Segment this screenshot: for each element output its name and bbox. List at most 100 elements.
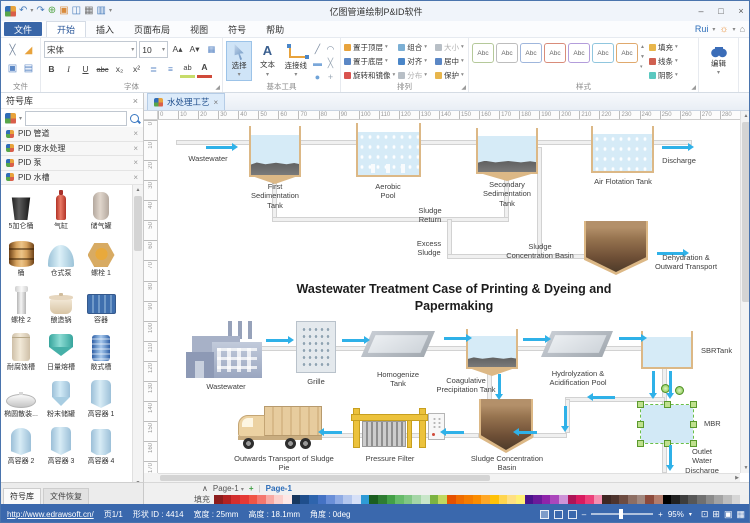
shape-mbr-selected[interactable]	[641, 405, 693, 443]
arrange-button[interactable]: 对齐▾	[398, 55, 432, 67]
palette-swatch[interactable]	[559, 495, 568, 505]
palette-swatch[interactable]	[499, 495, 508, 505]
flow-arrow[interactable]	[324, 431, 342, 434]
palette-swatch[interactable]	[481, 495, 490, 505]
symbol-item[interactable]	[81, 467, 121, 482]
palette-swatch[interactable]	[300, 495, 309, 505]
style-swatch[interactable]: Abc	[520, 43, 542, 63]
clipboard-icon[interactable]: ╳	[9, 45, 15, 56]
zoom-slider[interactable]	[591, 513, 653, 515]
symbol-item[interactable]: 高容器 4	[81, 420, 121, 467]
library-icon[interactable]	[5, 113, 16, 124]
pipe-sludge-return[interactable]	[272, 217, 509, 222]
symbol-item[interactable]: 高容器 3	[41, 420, 81, 467]
label-aerobic-pool[interactable]: Aerobic Pool	[358, 182, 418, 201]
style-scroll-arrows[interactable]: ▲▼▾	[640, 41, 645, 70]
connection-point[interactable]	[675, 386, 684, 395]
palette-swatch[interactable]	[421, 495, 430, 505]
label-sludge-basin-top[interactable]: Sludge Concentration Basin	[488, 242, 592, 261]
palette-swatch[interactable]	[671, 495, 680, 505]
label-secondary-sedimentation[interactable]: Secondary Sedimentation Tank	[464, 180, 550, 208]
shape-grille[interactable]	[296, 321, 336, 373]
palette-swatch[interactable]	[732, 495, 741, 505]
grow-font-button[interactable]: A▴	[170, 42, 185, 57]
palette-swatch[interactable]	[542, 495, 551, 505]
category-close-icon[interactable]: ×	[133, 129, 138, 138]
label-mbr[interactable]: MBR	[704, 419, 738, 428]
label-sbr-tank[interactable]: SBRTank	[701, 346, 740, 355]
border-button[interactable]: ▦	[204, 42, 219, 57]
style-dialog-launcher-icon[interactable]: ◢	[691, 84, 696, 91]
flow-arrow[interactable]	[206, 146, 232, 149]
clipboard-icon[interactable]: ◢	[25, 45, 33, 56]
home-icon[interactable]: ⌂	[740, 24, 745, 34]
sidebar-tab[interactable]: 符号库	[3, 488, 41, 504]
clipboard-icon[interactable]: ▤	[24, 63, 33, 74]
drawing-canvas[interactable]: Wastewater First Sedimentation Tank Aero…	[158, 120, 740, 473]
palette-swatch[interactable]	[628, 495, 637, 505]
palette-swatch[interactable]	[576, 495, 585, 505]
palette-swatch[interactable]	[568, 495, 577, 505]
flow-arrow[interactable]	[652, 371, 655, 393]
font-style-button[interactable]: A	[197, 60, 212, 78]
arrange-button[interactable]: 置于底层▾	[344, 55, 395, 67]
menu-tab[interactable]: 视图	[180, 21, 218, 37]
palette-swatch[interactable]	[249, 495, 258, 505]
palette-swatch[interactable]	[438, 495, 447, 505]
label-grille[interactable]: Grille	[286, 377, 346, 386]
font-style-button[interactable]: ≡	[163, 62, 178, 77]
label-hydrolyzation[interactable]: Hydrolyzation & Acidification Pool	[530, 369, 626, 388]
label-discharge[interactable]: Discharge	[644, 156, 714, 165]
menu-tab[interactable]: 符号	[218, 21, 256, 37]
label-wastewater-source[interactable]: Wastewater	[194, 382, 258, 391]
select-tool-button[interactable]: 选择 ▾	[226, 41, 252, 81]
flow-arrow[interactable]	[446, 431, 464, 434]
shape-sludge-concentration-basin-2[interactable]	[479, 399, 533, 453]
page-tab[interactable]: Page-1	[266, 484, 292, 493]
symbol-item[interactable]: 酿造锅	[41, 279, 81, 326]
palette-swatch[interactable]	[740, 495, 749, 505]
flow-arrow[interactable]	[444, 337, 466, 340]
shape-tool-icon[interactable]: ╱	[315, 45, 320, 54]
arrange-button[interactable]: 旋转和镜像▾	[344, 69, 395, 81]
palette-swatch[interactable]	[680, 495, 689, 505]
palette-swatch[interactable]	[611, 495, 620, 505]
palette-swatch[interactable]	[274, 495, 283, 505]
palette-swatch[interactable]	[619, 495, 628, 505]
symbol-item[interactable]: 日量熔槽	[41, 326, 81, 373]
symbol-item[interactable]: 耐腐蚀槽	[1, 326, 41, 373]
palette-swatch[interactable]	[706, 495, 715, 505]
palette-swatch[interactable]	[456, 495, 465, 505]
font-style-button[interactable]: I	[61, 62, 76, 77]
text-tool-button[interactable]: A 文本 ▾	[254, 41, 280, 81]
symbol-item[interactable]: 5加仑桶	[1, 185, 41, 232]
settings-gear-icon[interactable]: ☼	[719, 24, 728, 35]
arrange-button[interactable]: 分布▾	[398, 69, 432, 81]
palette-swatch[interactable]	[361, 495, 370, 505]
menu-tab[interactable]: 开始	[46, 21, 86, 37]
palette-swatch[interactable]	[464, 495, 473, 505]
symbol-category-row[interactable]: PID 管道 ×	[1, 127, 143, 142]
palette-swatch[interactable]	[352, 495, 361, 505]
diagram-title-line1[interactable]: Wastewater Treatment Case of Printing & …	[224, 282, 684, 296]
label-air-flotation[interactable]: Air Flotation Tank	[578, 177, 668, 186]
symbol-item[interactable]: 敞式槽	[81, 326, 121, 373]
font-style-button[interactable]: U	[78, 62, 93, 77]
palette-swatch[interactable]	[585, 495, 594, 505]
palette-swatch[interactable]	[412, 495, 421, 505]
flow-arrow[interactable]	[662, 146, 688, 149]
palette-swatch[interactable]	[223, 495, 232, 505]
category-close-icon[interactable]: ×	[133, 158, 138, 167]
document-tab[interactable]: 水处理工艺 ×	[147, 93, 225, 110]
palette-swatch[interactable]	[387, 495, 396, 505]
shape-tool-icon[interactable]: ◠	[327, 45, 335, 54]
shape-first-sedimentation-tank[interactable]	[249, 126, 301, 177]
palette-swatch[interactable]	[663, 495, 672, 505]
collapse-pages-icon[interactable]: ∧	[202, 484, 208, 493]
palette-swatch[interactable]	[318, 495, 327, 505]
horizontal-scrollbar[interactable]: ▶	[158, 473, 740, 482]
shape-pressure-filter[interactable]	[351, 408, 429, 448]
label-outwards-transport[interactable]: Outwards Transport of Sludge Pie	[216, 454, 352, 473]
palette-swatch[interactable]	[516, 495, 525, 505]
symbol-item[interactable]	[41, 467, 81, 482]
